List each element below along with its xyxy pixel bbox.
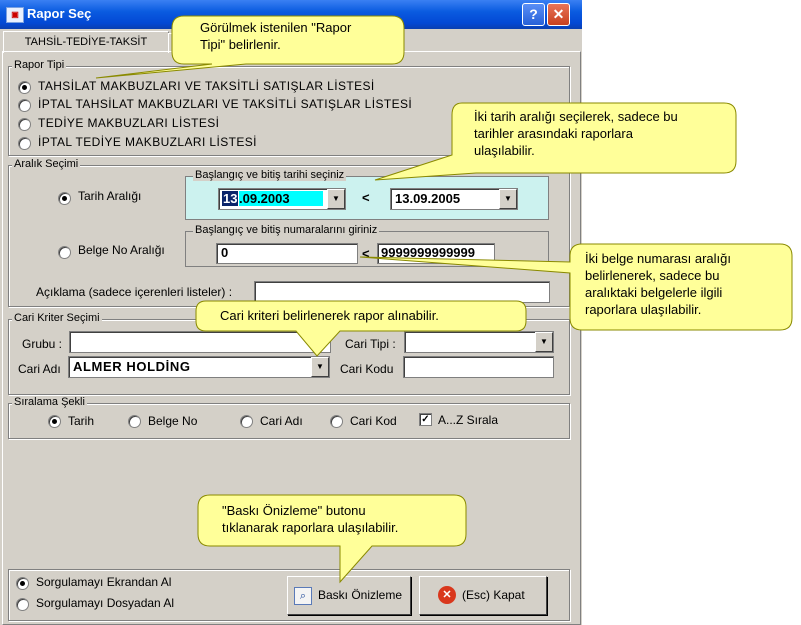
callout-tarih-line: ulaşılabilir.	[474, 143, 535, 158]
callout-belge-line: raporlara ulaşılabilir.	[585, 302, 702, 317]
callout-rapor-tipi-line: Görülmek istenilen "Rapor	[200, 20, 352, 35]
callout-belge: İki belge numarası aralığı belirlenerek,…	[585, 250, 731, 318]
callout-cari: Cari kriteri belirlenerek rapor alınabil…	[220, 307, 439, 324]
callout-tarih-line: İki tarih aralığı seçilerek, sadece bu	[474, 109, 678, 124]
callout-baski-line: tıklanarak raporlara ulaşılabilir.	[222, 520, 399, 535]
callout-belge-line: belirlenerek, sadece bu	[585, 268, 720, 283]
callout-rapor-tipi-line: Tipi" belirlenir.	[200, 37, 281, 52]
callout-rapor-tipi: Görülmek istenilen "Rapor Tipi" belirlen…	[200, 19, 351, 53]
callout-belge-line: İki belge numarası aralığı	[585, 251, 731, 266]
callout-belge-line: aralıktaki belgelerle ilgili	[585, 285, 723, 300]
callout-cari-line: Cari kriteri belirlenerek rapor alınabil…	[220, 308, 439, 323]
callout-tarih-line: tarihler arasındaki raporlara	[474, 126, 633, 141]
callout-baski-line: "Baskı Önizleme" butonu	[222, 503, 366, 518]
callout-baski: "Baskı Önizleme" butonu tıklanarak rapor…	[222, 502, 398, 536]
callout-tarih: İki tarih aralığı seçilerek, sadece bu t…	[474, 108, 678, 159]
